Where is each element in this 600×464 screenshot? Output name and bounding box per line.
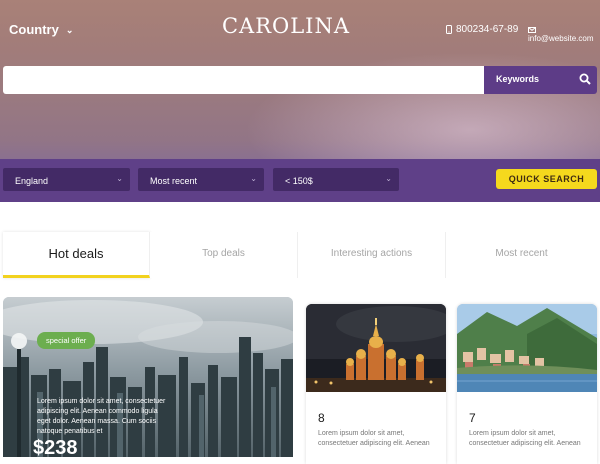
tab-top-deals[interactable]: Top deals <box>150 232 298 278</box>
card-description: Lorem ipsum dolor sit amet, consectetuer… <box>469 430 581 447</box>
chevron-down-icon: ⌄ <box>385 174 392 183</box>
deal-card[interactable]: 7 Lorem ipsum dolor sit amet, consectetu… <box>457 304 597 464</box>
deal-card[interactable]: 8 Lorem ipsum dolor sit amet, consectetu… <box>306 304 446 464</box>
chevron-down-icon: ⌄ <box>116 174 123 183</box>
phone-contact[interactable]: 800234-67-89 <box>446 24 518 35</box>
email-contact[interactable]: info@website.com <box>528 25 600 43</box>
sort-value: Most recent <box>150 176 198 186</box>
featured-price: $238 <box>33 437 78 459</box>
search-icon <box>579 73 591 85</box>
lakeside-town-image <box>457 304 597 392</box>
card-description: Lorem ipsum dolor sit amet, consectetuer… <box>318 430 430 447</box>
featured-description: Lorem ipsum dolor sit amet, consectetuer… <box>37 398 166 435</box>
special-offer-badge: special offer <box>37 332 96 349</box>
email-address: info@website.com <box>528 34 594 43</box>
moscow-cathedral-image <box>306 304 446 392</box>
card-number: 7 <box>469 411 476 425</box>
tab-interesting-actions[interactable]: Interesting actions <box>298 232 446 278</box>
search-bar: Keywords <box>3 66 597 94</box>
sort-select[interactable]: Most recent ⌄ <box>138 168 264 191</box>
phone-icon <box>446 24 452 34</box>
tab-hot-deals[interactable]: Hot deals <box>3 232 150 278</box>
quick-search-button[interactable]: QUICK SEARCH <box>496 169 597 189</box>
phone-number: 800234-67-89 <box>456 24 519 35</box>
location-select[interactable]: England ⌄ <box>3 168 130 191</box>
location-value: England <box>15 176 49 186</box>
price-select[interactable]: < 150$ ⌄ <box>273 168 399 191</box>
price-value: < 150$ <box>285 176 313 186</box>
card-number: 8 <box>318 411 325 425</box>
deals-tabs: Hot deals Top deals Interesting actions … <box>3 232 597 278</box>
keywords-label: Keywords <box>496 74 540 84</box>
envelope-icon <box>528 26 536 33</box>
search-button[interactable]: Keywords <box>484 66 597 94</box>
search-input[interactable] <box>3 66 484 94</box>
chevron-down-icon: ⌄ <box>250 174 257 183</box>
tab-most-recent[interactable]: Most recent <box>446 232 597 278</box>
